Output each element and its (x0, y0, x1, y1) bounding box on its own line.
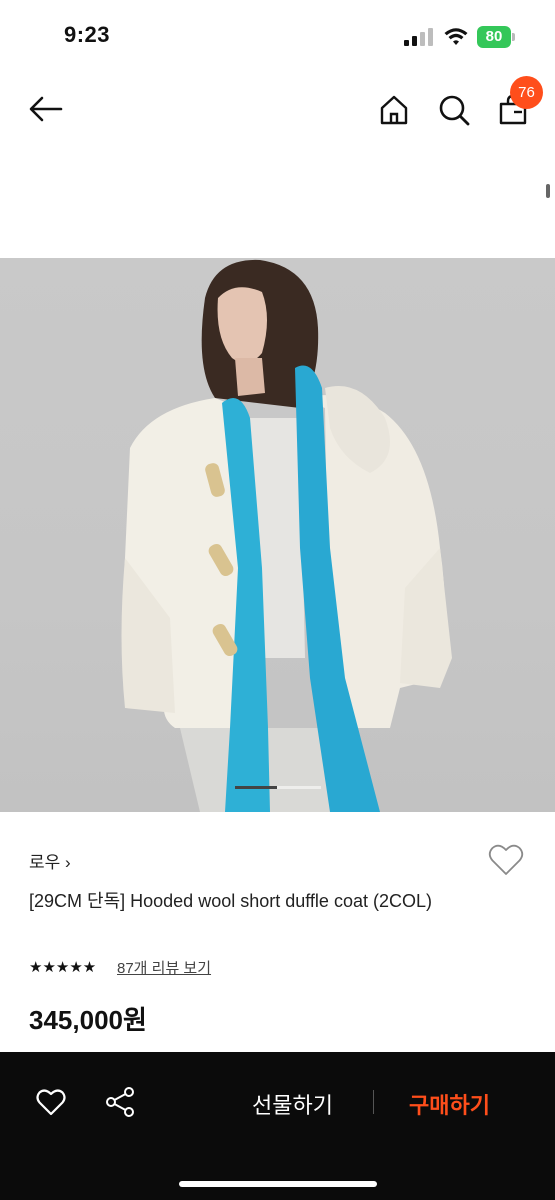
brand-link[interactable]: 로우 › (29, 848, 71, 873)
cellular-signal-icon (404, 28, 434, 46)
battery-tip (512, 33, 515, 41)
product-price: 345,000원 (29, 1005, 147, 1035)
buy-button[interactable]: 구매하기 (409, 1088, 490, 1120)
battery-indicator: 80 (477, 26, 511, 48)
brand-name: 로우 (29, 853, 61, 872)
rating-stars: ★★★★★ (29, 959, 97, 976)
back-arrow-icon[interactable] (28, 95, 64, 123)
bottom-bar-divider (373, 1090, 374, 1114)
wifi-icon (444, 28, 468, 45)
product-photo-illustration (121, 259, 452, 812)
status-time: 9:23 (64, 22, 111, 47)
wishlist-heart-icon[interactable] (488, 843, 524, 877)
share-icon[interactable] (104, 1086, 136, 1118)
product-image[interactable] (0, 258, 555, 812)
home-indicator (179, 1181, 377, 1187)
chevron-right-icon: › (65, 853, 71, 872)
heart-icon[interactable] (36, 1088, 66, 1116)
product-title: [29CM 단독] Hooded wool short duffle coat … (29, 891, 432, 911)
gift-button[interactable]: 선물하기 (252, 1088, 333, 1120)
cart-count-badge: 76 (510, 76, 543, 109)
home-icon[interactable] (378, 94, 410, 126)
search-icon[interactable] (437, 93, 471, 127)
review-link[interactable]: 87개 리뷰 보기 (117, 957, 211, 978)
bottom-action-bar (0, 1052, 555, 1200)
scroll-indicator (546, 184, 550, 198)
carousel-active-indicator (235, 786, 277, 789)
